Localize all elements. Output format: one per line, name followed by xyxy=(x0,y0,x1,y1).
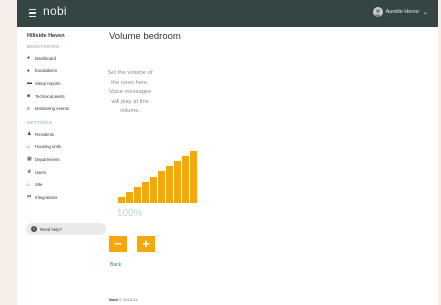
site-icon: ⌂ xyxy=(27,181,31,188)
sleep-reports-icon: ▬ xyxy=(27,80,32,87)
sidebar: Hillside Haven MONITORING ● Dashboard ♦ Esc… xyxy=(27,33,117,204)
chevron-down-icon: ⌄ xyxy=(422,9,428,16)
sidebar-item-label: Dashboard xyxy=(35,55,57,61)
footer-copyright: © 2018-24 xyxy=(119,297,138,302)
sidebar-item-label: Housing units xyxy=(35,144,62,150)
user-name: Aurelie Hervo xyxy=(385,9,419,15)
sidebar-item-housing-units[interactable]: ⌂ Housing units xyxy=(27,141,117,154)
menu-icon[interactable] xyxy=(29,9,36,17)
volume-bar[interactable] xyxy=(142,181,149,203)
volume-bar[interactable] xyxy=(126,191,133,203)
sidebar-item-users[interactable]: ♛ Users xyxy=(27,166,117,179)
sidebar-item-label: Monitoring events xyxy=(35,106,69,112)
technical-alerts-icon: ■ xyxy=(27,93,31,100)
settings-nav: ♟ Residents ⌂ Housing units ▦ Departments ♛ Use… xyxy=(27,128,117,204)
volume-down-button[interactable]: − xyxy=(109,236,127,252)
volume-bar[interactable] xyxy=(166,166,173,203)
user-menu[interactable]: Aurelie Hervo ⌄ xyxy=(372,7,428,17)
logo[interactable]: nobi xyxy=(43,4,67,18)
sidebar-item-label: Residents xyxy=(35,131,55,137)
footer-brand: Nobi xyxy=(109,297,118,302)
sidebar-item-label: Site xyxy=(35,182,43,188)
sidebar-item-label: Technical alerts xyxy=(35,93,65,99)
sidebar-item-label: Departments xyxy=(35,156,60,162)
section-settings: SETTINGS xyxy=(27,119,53,125)
escalations-icon: ♦ xyxy=(27,67,30,74)
sidebar-item-technical-alerts[interactable]: ■ Technical alerts xyxy=(27,90,117,103)
sidebar-item-escalations[interactable]: ♦ Escalations xyxy=(27,65,117,78)
volume-bar[interactable] xyxy=(190,151,197,203)
sidebar-item-dashboard[interactable]: ● Dashboard xyxy=(27,52,117,65)
volume-level-bars[interactable] xyxy=(118,151,205,203)
sidebar-item-sleep-reports[interactable]: ▬ Sleep reports xyxy=(27,77,117,90)
monitoring-nav: ● Dashboard ♦ Escalations ▬ Sleep reports ■ Tec… xyxy=(27,52,117,115)
departments-icon: ▦ xyxy=(27,156,32,163)
sidebar-item-label: Escalations xyxy=(35,68,57,74)
sidebar-item-residents[interactable]: ♟ Residents xyxy=(27,128,117,141)
volume-bar[interactable] xyxy=(174,161,181,203)
sidebar-item-label: Sleep reports xyxy=(35,80,61,86)
help-button[interactable]: ? Need help? xyxy=(26,223,106,235)
dashboard-icon: ● xyxy=(27,55,31,62)
volume-bar[interactable] xyxy=(158,171,165,203)
sidebar-item-label: Users xyxy=(35,169,47,175)
volume-bar[interactable] xyxy=(134,186,141,203)
organization-name: Hillside Haven xyxy=(27,33,65,39)
volume-up-button[interactable]: + xyxy=(137,236,155,252)
volume-bar[interactable] xyxy=(182,156,189,203)
sidebar-item-departments[interactable]: ▦ Departments xyxy=(27,153,117,166)
footer: Nobi © 2018-24 xyxy=(109,297,138,302)
volume-bar[interactable] xyxy=(150,176,157,203)
sidebar-item-site[interactable]: ⌂ Site xyxy=(27,178,117,191)
sidebar-item-integrations[interactable]: ⇄ Integrations xyxy=(27,191,117,204)
volume-instruction: Set the volume of the room here. Voice m… xyxy=(107,70,153,114)
sidebar-item-monitoring-events[interactable]: ≡ Monitoring events xyxy=(27,102,117,115)
page-title: Volume bedroom xyxy=(109,31,181,42)
housing-units-icon: ⌂ xyxy=(27,143,31,150)
volume-value: 100% xyxy=(117,208,143,219)
monitoring-events-icon: ≡ xyxy=(27,105,30,112)
integrations-icon: ⇄ xyxy=(27,194,32,201)
section-monitoring: MONITORING xyxy=(27,44,60,49)
help-icon: ? xyxy=(31,226,37,232)
app-frame: nobi Aurelie Hervo ⌄ Hillside Haven MONI… xyxy=(17,0,438,305)
users-icon: ♛ xyxy=(27,169,32,176)
avatar-icon xyxy=(372,7,383,17)
top-bar: nobi Aurelie Hervo ⌄ xyxy=(17,0,438,27)
sidebar-item-label: Integrations xyxy=(35,194,58,200)
back-link[interactable]: Back xyxy=(110,262,121,268)
residents-icon: ♟ xyxy=(27,131,32,138)
help-label: Need help? xyxy=(40,226,62,232)
volume-bar[interactable] xyxy=(118,197,125,203)
